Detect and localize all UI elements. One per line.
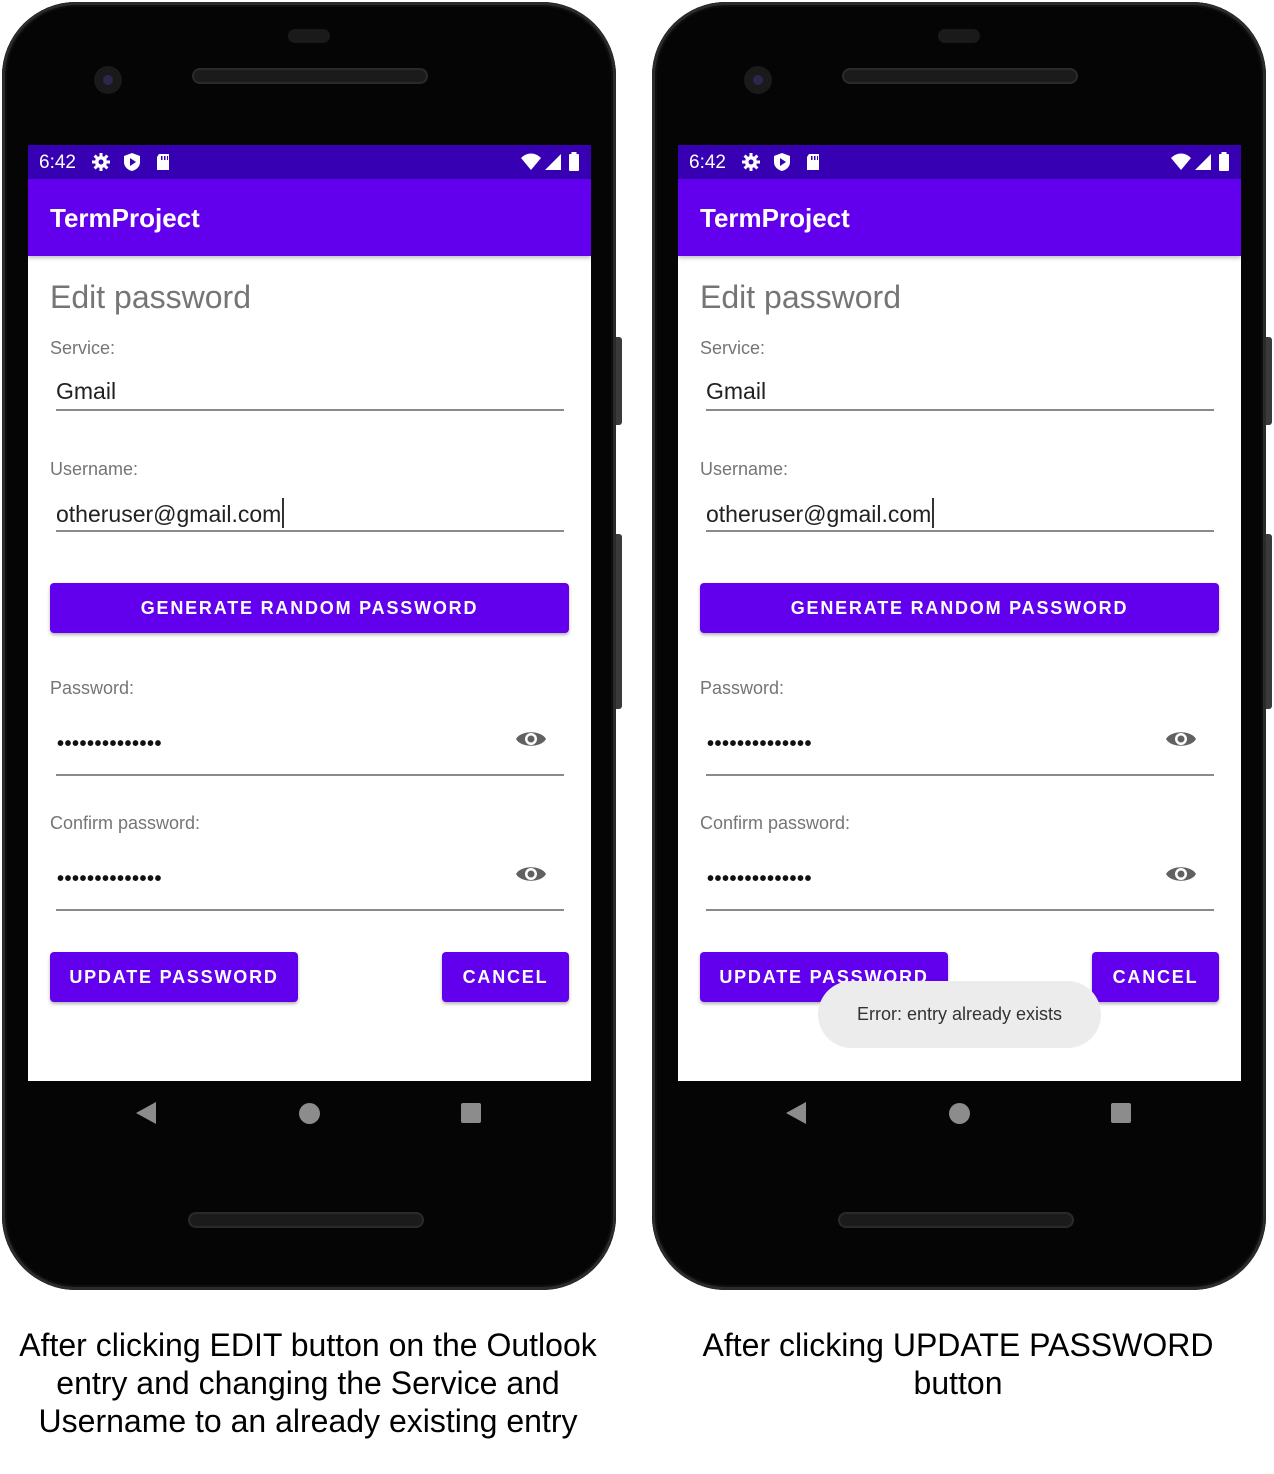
username-value: otheruser@gmail.com [706,501,932,527]
recents-icon[interactable] [1111,1103,1131,1123]
bottom-speaker [838,1212,1074,1228]
sd-card-icon [807,154,819,170]
shield-play-icon [774,153,790,171]
front-camera [94,66,122,94]
app-title: TermProject [700,203,850,233]
phone-right: 6:42 TermProject Edit password Service: … [652,2,1272,1290]
app-title: TermProject [50,203,200,233]
eye-icon[interactable] [515,728,547,750]
service-field[interactable]: Gmail [56,378,116,405]
confirm-password-underline [56,909,564,911]
generate-random-password-button[interactable]: GENERATE RANDOM PASSWORD [700,583,1219,633]
wifi-icon [521,153,541,170]
back-icon[interactable] [786,1102,806,1124]
confirm-password-field[interactable]: •••••••••••••• [707,868,812,891]
text-cursor [932,498,935,528]
screen: 6:42 TermProject Edit password Service: … [28,145,591,1081]
battery-icon [1219,152,1229,171]
service-label: Service: [50,338,116,358]
username-field[interactable]: otheruser@gmail.com [56,498,285,528]
screen: 6:42 TermProject Edit password Service: … [678,145,1241,1081]
sd-card-icon [157,154,169,170]
bottom-speaker [188,1212,424,1228]
service-underline [706,409,1214,411]
volume-button [1266,337,1272,425]
top-speaker [842,68,1078,84]
status-bar: 6:42 [678,145,1241,179]
page-title: Edit password [50,279,251,315]
phone-left: 6:42 TermProject Edit password Service: … [2,2,622,1290]
shield-play-icon [124,153,140,171]
password-label: Password: [50,678,135,698]
app-bar: TermProject [28,179,591,256]
earpiece [288,29,330,43]
password-underline [56,774,564,776]
caption-left: After clicking EDIT button on the Outloo… [19,1327,597,1439]
battery-icon [569,152,579,171]
password-field[interactable]: •••••••••••••• [57,733,162,756]
error-toast: Error: entry already exists [818,981,1101,1048]
back-icon[interactable] [136,1102,156,1124]
username-label: Username: [700,459,789,479]
app-bar: TermProject [678,179,1241,256]
front-camera [744,66,772,94]
gear-icon [92,153,110,171]
page-title: Edit password [700,279,901,315]
password-label: Password: [700,678,785,698]
generate-random-password-button[interactable]: GENERATE RANDOM PASSWORD [50,583,569,633]
gear-icon [742,153,760,171]
signal-icon [545,154,561,170]
username-field[interactable]: otheruser@gmail.com [706,498,935,528]
wifi-icon [1171,153,1191,170]
cancel-button[interactable]: CANCEL [442,952,569,1002]
volume-button [616,337,622,425]
caption-right: After clicking UPDATE PASSWORD button [702,1327,1214,1401]
password-underline [706,774,1214,776]
signal-icon [1195,154,1211,170]
text-cursor [282,498,285,528]
home-icon[interactable] [299,1103,320,1124]
earpiece [938,29,980,43]
service-field[interactable]: Gmail [706,378,766,405]
username-underline [56,530,564,532]
service-underline [56,409,564,411]
update-password-button[interactable]: UPDATE PASSWORD [50,952,298,1002]
power-button [616,534,622,709]
home-icon[interactable] [949,1103,970,1124]
username-value: otheruser@gmail.com [56,501,282,527]
status-time: 6:42 [689,152,726,173]
status-time: 6:42 [39,152,76,173]
confirm-password-field[interactable]: •••••••••••••• [57,868,162,891]
service-label: Service: [700,338,766,358]
eye-icon[interactable] [1165,728,1197,750]
power-button [1266,534,1272,709]
password-field[interactable]: •••••••••••••• [707,733,812,756]
confirm-password-underline [706,909,1214,911]
confirm-password-label: Confirm password: [50,813,201,833]
cancel-button[interactable]: CANCEL [1092,952,1219,1002]
confirm-password-label: Confirm password: [700,813,851,833]
top-speaker [192,68,428,84]
recents-icon[interactable] [461,1103,481,1123]
eye-icon[interactable] [1165,863,1197,885]
username-label: Username: [50,459,139,479]
eye-icon[interactable] [515,863,547,885]
status-bar: 6:42 [28,145,591,179]
username-underline [706,530,1214,532]
